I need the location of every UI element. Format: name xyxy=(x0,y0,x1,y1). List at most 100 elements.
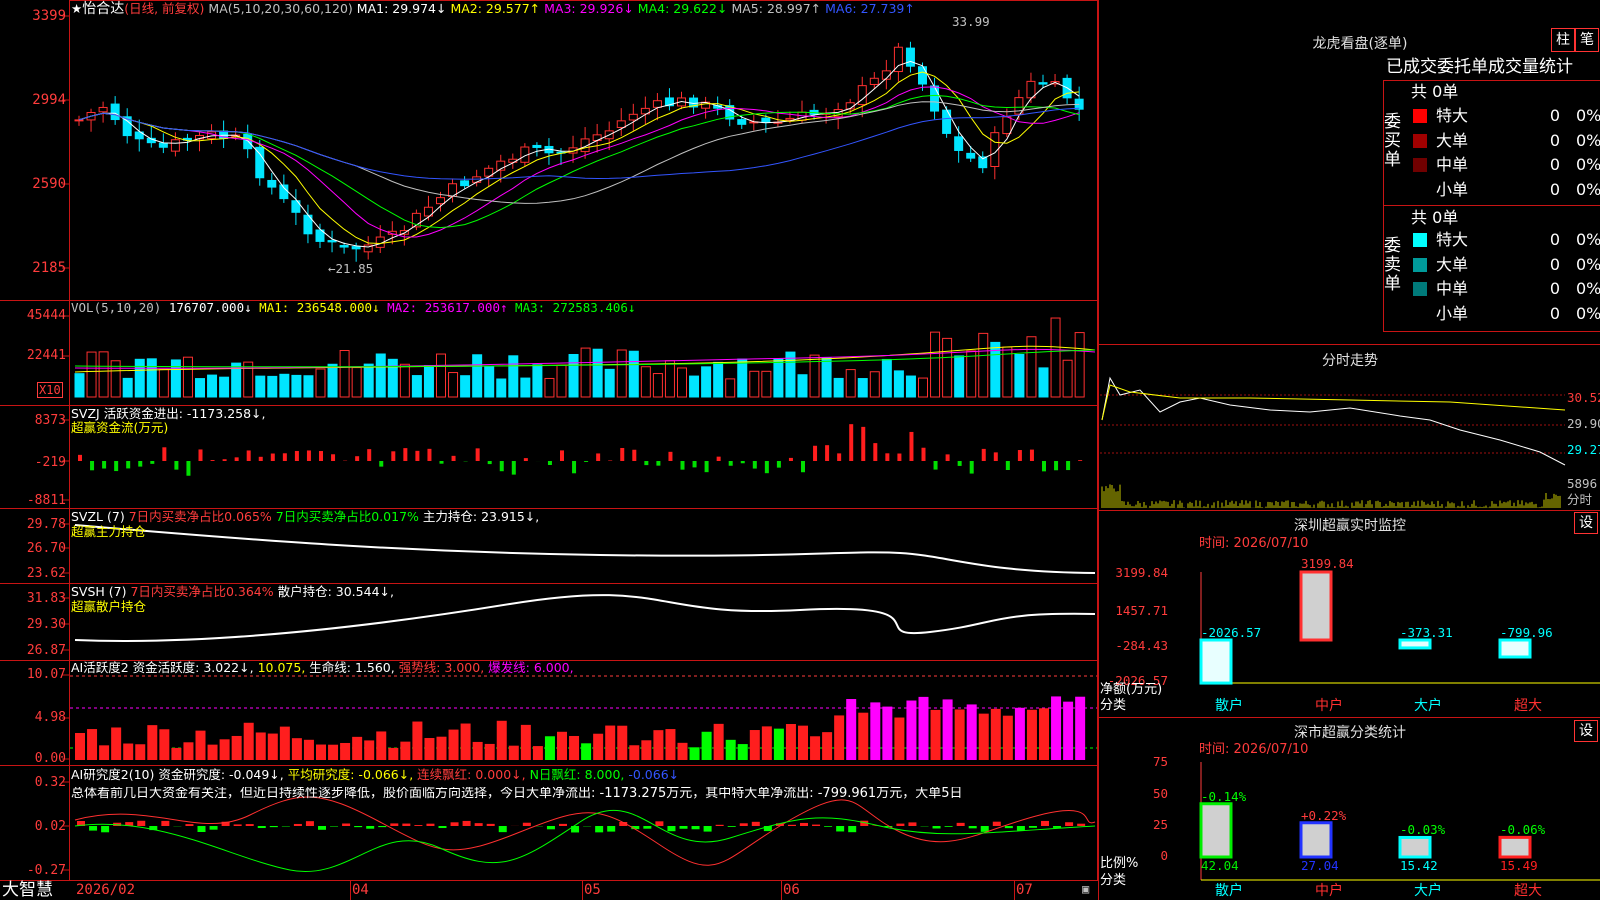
classify-value-2: 27.04 xyxy=(1301,858,1339,873)
lock-icon[interactable]: ▣ xyxy=(1082,882,1089,896)
ai-active-bar-47 xyxy=(629,745,640,760)
longhu-bar-button[interactable]: 柱 xyxy=(1551,28,1575,52)
ai-research-legend: AI研究度2(10) 资金研究度: -0.049↓, 平均研究度: -0.066… xyxy=(71,768,679,782)
ai-active-bar-41 xyxy=(557,731,567,760)
ai-research-bar-72 xyxy=(932,826,941,829)
monitor-category-3[interactable]: 大户 xyxy=(1414,699,1442,713)
ma-value-3: MA3: 29.926↓ xyxy=(540,1,634,16)
svzj-bar-18 xyxy=(282,453,287,461)
svzj-bar-80 xyxy=(1029,449,1034,461)
vol-bar-3 xyxy=(98,351,109,398)
longhu-tick-button[interactable]: 笔 xyxy=(1575,28,1599,52)
ai-active-bar-2 xyxy=(87,729,98,760)
ai-active-bar-65 xyxy=(846,699,857,760)
ai-active-bar-40 xyxy=(544,736,555,760)
vol-unit-badge[interactable]: X10 xyxy=(37,382,63,398)
ai-active-axis-3: 0.00 xyxy=(34,751,66,766)
svzl-part3: 主力持仓: 23.915↓, xyxy=(422,509,540,524)
vol-bar-66 xyxy=(857,378,868,398)
ai-research-bar-8 xyxy=(161,820,170,826)
candle-16 xyxy=(255,146,265,179)
ai-active-bar-83 xyxy=(1063,701,1074,760)
ai-research-bar-23 xyxy=(342,823,351,826)
monitor-settings-button[interactable]: 设 xyxy=(1574,512,1598,534)
sell-total: 共 0单 xyxy=(1411,208,1459,227)
vol-bar-31 xyxy=(436,353,446,398)
ai-active-bar-80 xyxy=(1026,709,1037,760)
svzl-axis-2: 26.70 xyxy=(26,541,66,556)
ai-active-bar-45 xyxy=(605,725,616,760)
svzj-bar-19 xyxy=(294,450,299,461)
buy-side-label: 委买单 xyxy=(1384,112,1401,170)
candle-58 xyxy=(761,117,771,123)
ai-active-bar-31 xyxy=(436,736,447,760)
classify-category-4[interactable]: 超大 xyxy=(1514,884,1542,898)
ai-research-bar-63 xyxy=(824,826,833,827)
ai-active-bar-42 xyxy=(569,735,580,760)
svzj-bar-78 xyxy=(1005,461,1010,470)
classify-category-1[interactable]: 散户 xyxy=(1215,884,1243,898)
classify-settings-button[interactable]: 设 xyxy=(1574,720,1598,742)
stock-name[interactable]: 怡合达 xyxy=(82,1,124,17)
vol-bar-23 xyxy=(339,349,350,398)
ai-active-bar-66 xyxy=(858,712,869,760)
fenshi-price-line xyxy=(1101,376,1566,466)
svzj-bar-30 xyxy=(427,448,432,461)
vol-bar-35 xyxy=(484,365,495,398)
monitor-category-2[interactable]: 中户 xyxy=(1315,699,1343,713)
ai-research-bar-35 xyxy=(486,823,495,826)
ai-active-bar-73 xyxy=(942,699,953,760)
ai-active-bar-52 xyxy=(689,747,700,760)
classify-category-3[interactable]: 大户 xyxy=(1414,884,1442,898)
ai-active-axis-2: 4.98 xyxy=(34,710,66,725)
ma4-line xyxy=(78,94,1080,229)
svzj-bar-8 xyxy=(162,447,167,461)
ai-research-bar-19 xyxy=(293,823,302,826)
vol-bar-32 xyxy=(448,372,459,398)
price-axis-3: 2590 xyxy=(32,176,66,192)
monitor-axis-2: 1457.71 xyxy=(1115,603,1168,618)
ai-research-bar-55 xyxy=(727,826,736,827)
ai-research-v2: 平均研究度: -0.066↓, xyxy=(287,767,414,782)
ai-research-bar-27 xyxy=(390,823,399,826)
research-line-2 xyxy=(74,810,1096,872)
candle-71 xyxy=(918,66,927,85)
classify-axis-1: 75 xyxy=(1152,754,1168,769)
ai-active-bar-33 xyxy=(460,723,471,760)
svsh-line1: SVSH (7) 7日内买卖净占比0.364% 散户持仓: 30.544↓, xyxy=(71,585,394,599)
svzj-bar-57 xyxy=(752,461,757,469)
buy-row-name-3: 中单 xyxy=(1436,155,1469,174)
ai-research-bar-32 xyxy=(450,822,459,826)
svzj-bar-5 xyxy=(126,461,131,469)
svzj-bar-52 xyxy=(692,461,697,468)
svzj-bar-58 xyxy=(764,461,769,474)
svzj-bar-72 xyxy=(933,461,938,470)
classify-ylabel-1: 比例% xyxy=(1100,856,1139,871)
svsh-axis-1: 31.83 xyxy=(26,591,66,606)
brand-logo[interactable]: 大智慧 xyxy=(2,880,53,900)
monitor-category-1[interactable]: 散户 xyxy=(1215,699,1243,713)
ai-active-bar-39 xyxy=(532,746,543,760)
monitor-category-4[interactable]: 超大 xyxy=(1514,699,1542,713)
ai-research-summary: 总体看前几日大资金有关注，但近日持续性逐步降低，股价面临方向选择，今日大单净流出… xyxy=(71,787,963,801)
svsh-axis-2: 29.30 xyxy=(26,617,66,632)
classify-category-2[interactable]: 中户 xyxy=(1315,884,1343,898)
ai-research-bar-54 xyxy=(715,824,724,826)
ai-research-bar-61 xyxy=(800,822,808,826)
ai-active-bar-64 xyxy=(834,715,845,760)
ma-value-1: MA1: 29.974↓ xyxy=(356,1,447,16)
sell-row-count-2: 0 xyxy=(1549,254,1560,274)
vol-bar-27 xyxy=(387,358,398,398)
vol-bar-13 xyxy=(219,376,230,398)
svzj-bar-45 xyxy=(608,460,613,461)
ai-research-bar-33 xyxy=(462,820,471,826)
buy-swatch-2 xyxy=(1413,133,1427,148)
ai-active-axis-1: 10.07 xyxy=(26,667,66,682)
ai-active-bar-13 xyxy=(219,739,230,760)
ai-research-bar-14 xyxy=(233,824,242,826)
vol-bar-76 xyxy=(978,332,989,398)
longhu-tabs[interactable]: 已成交委托单成交量统计 xyxy=(1386,57,1573,77)
chart-mode[interactable]: (日线, 前复权) xyxy=(124,1,204,16)
monitor-ylabel-2: 分类 xyxy=(1100,698,1127,713)
svzj-bar-46 xyxy=(620,447,625,461)
